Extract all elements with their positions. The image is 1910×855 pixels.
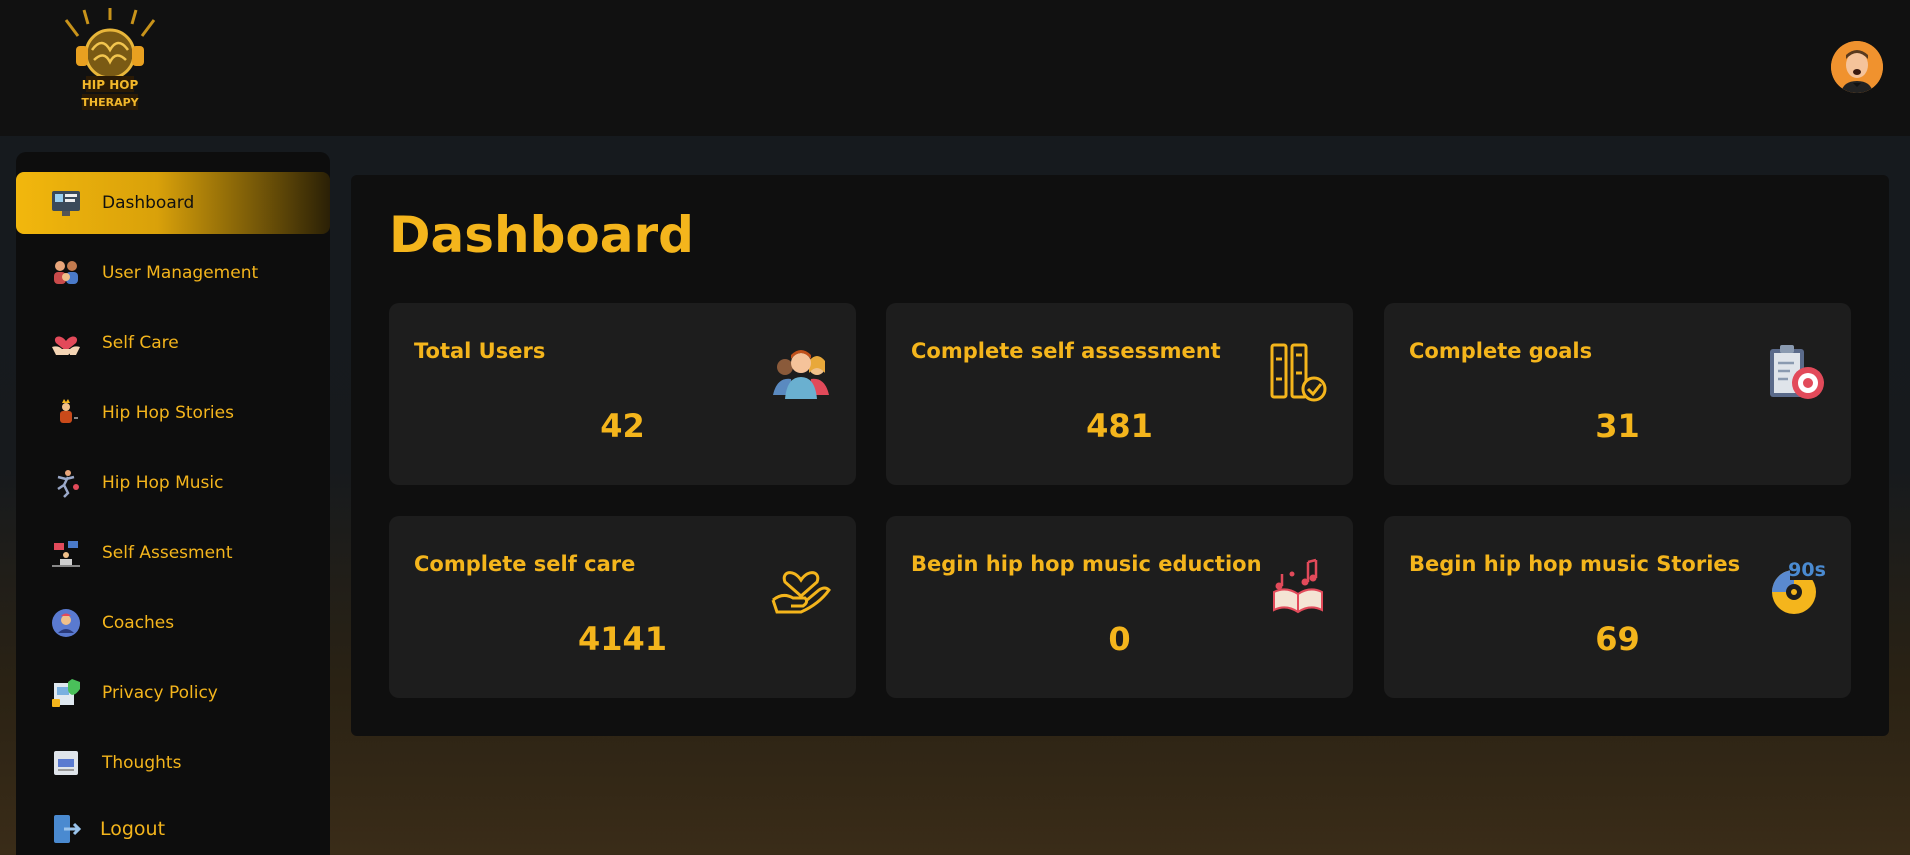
heart-hand-icon [52,336,80,355]
heart-hand-icon [771,571,831,614]
card-value: 481 [1086,407,1153,445]
stat-card-complete-self-assessment[interactable]: Complete self assessment 481 [886,303,1353,485]
sidebar-item-thoughts[interactable]: Thoughts [16,732,330,794]
hip-hop-therapy-logo[interactable]: HIP HOP THERAPY [58,6,162,114]
stat-card-begin-music-education[interactable]: Begin hip hop music eduction 0 [886,516,1353,698]
sidebar-item-self-care[interactable]: Self Care [16,312,330,374]
sidebar: Dashboard User Management Self Care Hip … [16,152,330,855]
user-avatar-icon [1831,41,1883,93]
card-title: Complete self care [414,552,636,576]
card-value: 42 [600,407,645,445]
card-value: 69 [1595,620,1640,658]
logo-text-top: HIP HOP [82,78,139,92]
stat-card-complete-goals[interactable]: Complete goals 31 [1384,303,1851,485]
sidebar-item-label: Dashboard [102,193,195,213]
sidebar-item-dashboard[interactable]: Dashboard [16,172,330,234]
logo-text-bottom: THERAPY [81,96,139,109]
assessment-icon [52,541,80,567]
thoughts-icon [54,751,78,775]
users-icon [54,261,78,284]
record-90s-icon: 90s [1772,558,1826,614]
logout-button[interactable]: Logout [16,798,330,855]
card-value: 0 [1108,620,1131,658]
dancer-icon [57,470,79,498]
dashboard-icon [52,191,80,216]
page-title: Dashboard [389,206,694,264]
sidebar-item-label: Logout [100,818,166,840]
card-value: 4141 [577,620,668,658]
card-title: Total Users [414,339,546,363]
user-avatar[interactable] [1831,41,1883,93]
card-title: Complete goals [1409,339,1593,363]
stat-card-complete-self-care[interactable]: Complete self care 4141 [389,516,856,698]
card-title: Begin hip hop music eduction [911,552,1262,576]
sidebar-item-label: Self Care [102,333,179,353]
privacy-icon [52,679,80,707]
sidebar-item-label: User Management [102,263,259,283]
stat-card-total-users[interactable]: Total Users 42 [389,303,856,485]
card-title: Complete self assessment [911,339,1221,363]
sidebar-item-hip-hop-stories[interactable]: Hip Hop Stories [16,382,330,444]
card-title: Begin hip hop music Stories [1409,552,1741,576]
coach-icon [52,609,80,637]
sidebar-item-label: Thoughts [102,753,182,773]
sidebar-item-user-management[interactable]: User Management [16,242,330,304]
sidebar-item-label: Hip Hop Stories [102,403,234,423]
stat-card-begin-music-stories[interactable]: Begin hip hop music Stories 69 90s [1384,516,1851,698]
sidebar-item-label: Coaches [102,613,175,633]
users-group-icon [773,350,829,399]
stories-icon [60,399,78,423]
sidebar-item-label: Self Assesment [102,543,233,563]
sidebar-item-label: Privacy Policy [102,683,218,703]
sidebar-item-self-assesment[interactable]: Self Assesment [16,522,330,584]
goal-target-icon [1770,345,1824,399]
top-bar: HIP HOP THERAPY [0,0,1910,136]
sidebar-item-hip-hop-music[interactable]: Hip Hop Music [16,452,330,514]
sidebar-item-coaches[interactable]: Coaches [16,592,330,654]
checklist-icon [1270,343,1327,402]
svg-text:90s: 90s [1788,559,1826,581]
sidebar-item-label: Hip Hop Music [102,473,224,493]
music-book-icon [1273,558,1323,614]
sidebar-item-privacy-policy[interactable]: Privacy Policy [16,662,330,724]
logout-icon [54,815,82,843]
card-value: 31 [1595,407,1640,445]
